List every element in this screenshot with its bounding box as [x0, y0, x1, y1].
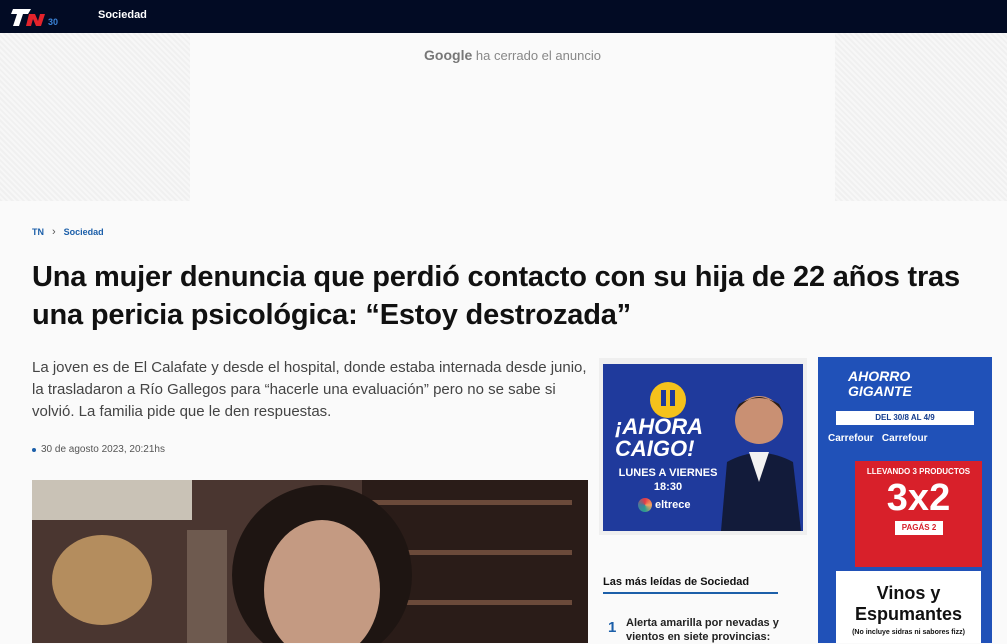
ad-side-left [0, 33, 190, 201]
google-wordmark: Google [424, 47, 473, 63]
ad-closed-text: ha cerrado el anuncio [475, 48, 601, 63]
article-title: Una mujer denuncia que perdió contacto c… [32, 261, 960, 331]
article-date-text: 30 de agosto 2023, 20:21hs [41, 444, 165, 455]
most-read-heading: Las más leídas de Sociedad [603, 576, 750, 588]
article-photo[interactable] [32, 480, 588, 643]
article-date: 30 de agosto 2023, 20:21hs [32, 444, 165, 455]
ad-closed-panel: Google ha cerrado el anuncio [190, 33, 835, 201]
article-lead: La joven es de El Calafate y desde el ho… [32, 359, 587, 420]
tv-promo-banner: ¡AHORA CAIGO! LUNES A VIERNES 18:30 eltr… [603, 364, 803, 531]
photo-illustration [32, 480, 588, 643]
most-read-item-link[interactable]: Alerta amarilla por nevadas y vientos en… [626, 616, 796, 644]
breadcrumb: TN › Sociedad [32, 226, 104, 238]
breadcrumb-section[interactable]: Sociedad [64, 227, 104, 237]
bullet-icon [32, 447, 36, 452]
breadcrumb-home[interactable]: TN [32, 227, 44, 237]
promo-bulbs-graphic [650, 382, 686, 418]
most-read-number: 1 [608, 619, 617, 636]
most-read-divider [603, 592, 778, 594]
ad-right-product: Vinos y Espumantes [854, 583, 963, 624]
promo-host-photo [721, 396, 801, 531]
channel-logo-icon [638, 498, 652, 512]
ad-right-offer: LLEVANDO 3 PRODUCTOS 3x2 PAGÁS 2 [855, 461, 982, 567]
ad-right-title: AHORRO GIGANTE [848, 368, 912, 399]
promo-days: LUNES A VIERNES [618, 467, 718, 479]
ad-right-product-panel: Vinos y Espumantes (No incluye sidras ni… [836, 571, 981, 643]
promo-channel: eltrece [638, 498, 690, 512]
supermarket-ad[interactable]: AHORRO GIGANTE DEL 30/8 AL 4/9 Carrefour… [818, 357, 992, 643]
nav-section-link[interactable]: Sociedad [98, 9, 147, 21]
top-navbar: 30 Sociedad [0, 0, 1007, 33]
svg-text:30: 30 [48, 17, 58, 27]
top-ad-slot: Google ha cerrado el anuncio [0, 33, 1007, 201]
chevron-right-icon: › [52, 226, 56, 238]
promo-time: 18:30 [653, 481, 683, 493]
tv-promo-ad[interactable]: ¡AHORA CAIGO! LUNES A VIERNES 18:30 eltr… [599, 358, 807, 535]
ad-side-right [835, 33, 1007, 201]
tn-logo[interactable]: 30 [11, 6, 71, 28]
ad-closed-message: Google ha cerrado el anuncio [190, 47, 835, 63]
ad-right-dates: DEL 30/8 AL 4/9 [836, 411, 974, 425]
ad-right-note: (No incluye sidras ni sabores fizz) [852, 629, 965, 636]
promo-title: ¡AHORA CAIGO! [615, 414, 703, 461]
ad-right-brands: Carrefour Carrefour [828, 433, 928, 444]
